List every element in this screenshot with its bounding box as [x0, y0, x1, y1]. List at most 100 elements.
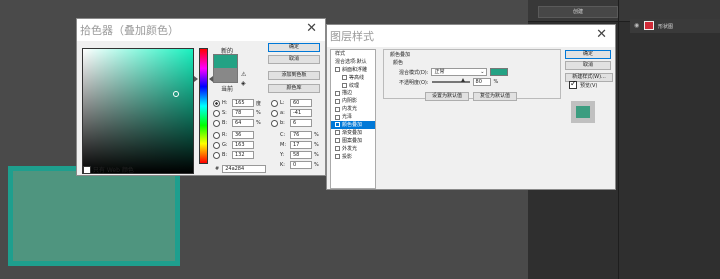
style-list-label: 光泽: [342, 114, 353, 121]
set-default-button[interactable]: 设置为默认值: [425, 92, 469, 101]
eye-icon[interactable]: ◉: [634, 22, 639, 29]
checkbox-icon[interactable]: [335, 138, 340, 144]
color-field-input[interactable]: 36: [232, 131, 254, 139]
add-to-swatches-button[interactable]: 添加到色板: [268, 71, 320, 80]
reset-default-button[interactable]: 复位为默认值: [473, 92, 517, 101]
style-list-item[interactable]: 纹理: [331, 82, 375, 90]
lab-field-input[interactable]: -41: [290, 109, 312, 117]
checkbox-icon[interactable]: [83, 165, 91, 174]
preview-label: 预览(V): [580, 82, 598, 89]
color-field-input[interactable]: 78: [232, 109, 254, 117]
radio-icon[interactable]: [271, 109, 278, 117]
radio-icon[interactable]: [213, 109, 220, 117]
checkbox-icon[interactable]: [335, 146, 340, 152]
web-only-checkbox[interactable]: 只有 Web 颜色: [83, 165, 134, 174]
color-field-input[interactable]: 64: [232, 119, 254, 127]
web-cube-icon[interactable]: ◈: [241, 80, 246, 87]
color-picker-dialog: 拾色器（叠加颜色） ✕ 只有 Web 颜色 新的 当前 ⚠ ◈ 确定 取消 添加…: [76, 18, 326, 176]
checkbox-icon[interactable]: [335, 122, 340, 128]
close-icon[interactable]: ✕: [596, 27, 607, 42]
style-ok-button[interactable]: 确定: [565, 50, 611, 59]
style-list-item[interactable]: 混合选项:默认: [331, 58, 375, 66]
style-list-item[interactable]: 斜面和浮雕: [331, 66, 375, 74]
canvas-shape[interactable]: [8, 166, 180, 266]
panel-top-button[interactable]: 创建: [538, 6, 618, 18]
style-list-label: 混合选项:默认: [335, 58, 367, 65]
cmyk-field-row: C: 76%: [280, 131, 320, 139]
style-list-label: 纹理: [349, 82, 360, 89]
cmyk-field-input[interactable]: 58: [290, 151, 312, 159]
panel-divider: [618, 0, 619, 279]
style-list-item[interactable]: 样式: [331, 50, 375, 58]
checkbox-icon[interactable]: [342, 83, 347, 88]
checkbox-icon[interactable]: [335, 98, 340, 104]
style-list-item[interactable]: 描边: [331, 89, 375, 97]
color-marker[interactable]: [173, 91, 179, 97]
saturation-brightness-field[interactable]: [82, 48, 194, 174]
checkbox-icon[interactable]: [335, 130, 340, 136]
blend-mode-row: 混合模式(D): 正常 ⌄: [399, 68, 509, 76]
radio-icon[interactable]: [213, 119, 220, 127]
radio-icon[interactable]: [213, 141, 220, 149]
style-list-item[interactable]: 内阴影: [331, 97, 375, 105]
radio-icon[interactable]: [271, 119, 278, 127]
gamut-warning-icon[interactable]: ⚠: [241, 71, 246, 78]
color-libraries-button[interactable]: 颜色库: [268, 84, 320, 93]
color-field-input[interactable]: 132: [232, 151, 254, 159]
cmyk-field-input[interactable]: 17: [290, 141, 312, 149]
style-list-label: 颜色叠加: [342, 121, 363, 128]
opacity-input[interactable]: 80: [472, 78, 491, 86]
style-list-label: 样式: [335, 50, 346, 57]
layer-row[interactable]: ◉ 形状图: [630, 19, 720, 33]
cmyk-field-label: K:: [280, 162, 285, 168]
hex-input[interactable]: 24a284: [222, 165, 267, 173]
checkbox-icon[interactable]: [335, 106, 340, 112]
cmyk-field-unit: %: [314, 152, 319, 158]
style-list-item[interactable]: 颜色叠加: [331, 121, 375, 129]
checkbox-icon[interactable]: [569, 79, 577, 89]
checkbox-icon[interactable]: [335, 67, 340, 73]
checkbox-icon[interactable]: [342, 75, 347, 81]
color-field-row: S: 78%: [213, 109, 262, 117]
blend-mode-select[interactable]: 正常 ⌄: [431, 68, 488, 76]
style-list-item[interactable]: 渐变叠加: [331, 129, 375, 137]
cancel-button[interactable]: 取消: [268, 55, 320, 64]
checkbox-icon[interactable]: [335, 114, 340, 120]
color-field-input[interactable]: 165: [232, 99, 254, 107]
hue-slider-left-arrow-icon[interactable]: [194, 76, 198, 82]
blend-mode-value: 正常: [434, 69, 445, 75]
checkbox-icon[interactable]: [335, 90, 340, 96]
lab-field-input[interactable]: 6: [290, 119, 312, 127]
current-color-swatch[interactable]: [213, 68, 238, 83]
cmyk-field-input[interactable]: 0: [290, 161, 312, 169]
radio-icon[interactable]: [213, 99, 220, 107]
overlay-color-swatch[interactable]: [490, 68, 509, 76]
radio-icon[interactable]: [271, 99, 278, 107]
subsection-title: 颜色: [393, 60, 404, 66]
preview-swatch: [576, 106, 590, 118]
opacity-slider-handle[interactable]: [460, 78, 465, 82]
close-icon[interactable]: ✕: [306, 21, 317, 36]
cmyk-field-input[interactable]: 76: [290, 131, 312, 139]
hue-slider[interactable]: [199, 48, 208, 164]
radio-icon[interactable]: [213, 131, 220, 139]
checkbox-icon[interactable]: [335, 154, 340, 160]
lab-field-input[interactable]: 60: [290, 99, 312, 107]
style-cancel-button[interactable]: 取消: [565, 61, 611, 70]
style-list-item[interactable]: 等高线: [331, 74, 375, 82]
style-list-item[interactable]: 外发光: [331, 145, 375, 153]
style-list-item[interactable]: 内发光: [331, 105, 375, 113]
radio-icon[interactable]: [213, 151, 220, 159]
style-list-item[interactable]: 投影: [331, 153, 375, 161]
opacity-slider[interactable]: [431, 78, 470, 83]
picker-titlebar[interactable]: 拾色器（叠加颜色） ✕: [77, 19, 325, 41]
style-titlebar[interactable]: 图层样式 ✕: [327, 25, 615, 47]
color-field-input[interactable]: 163: [232, 141, 254, 149]
style-list-item[interactable]: 图案叠加: [331, 137, 375, 145]
hex-label: #: [215, 166, 220, 172]
preview-checkbox[interactable]: 预览(V): [569, 79, 598, 89]
ok-button[interactable]: 确定: [268, 43, 320, 52]
style-list-item[interactable]: 光泽: [331, 113, 375, 121]
style-list-label: 内阴影: [342, 98, 358, 105]
hex-field[interactable]: # 24a284: [215, 165, 267, 173]
